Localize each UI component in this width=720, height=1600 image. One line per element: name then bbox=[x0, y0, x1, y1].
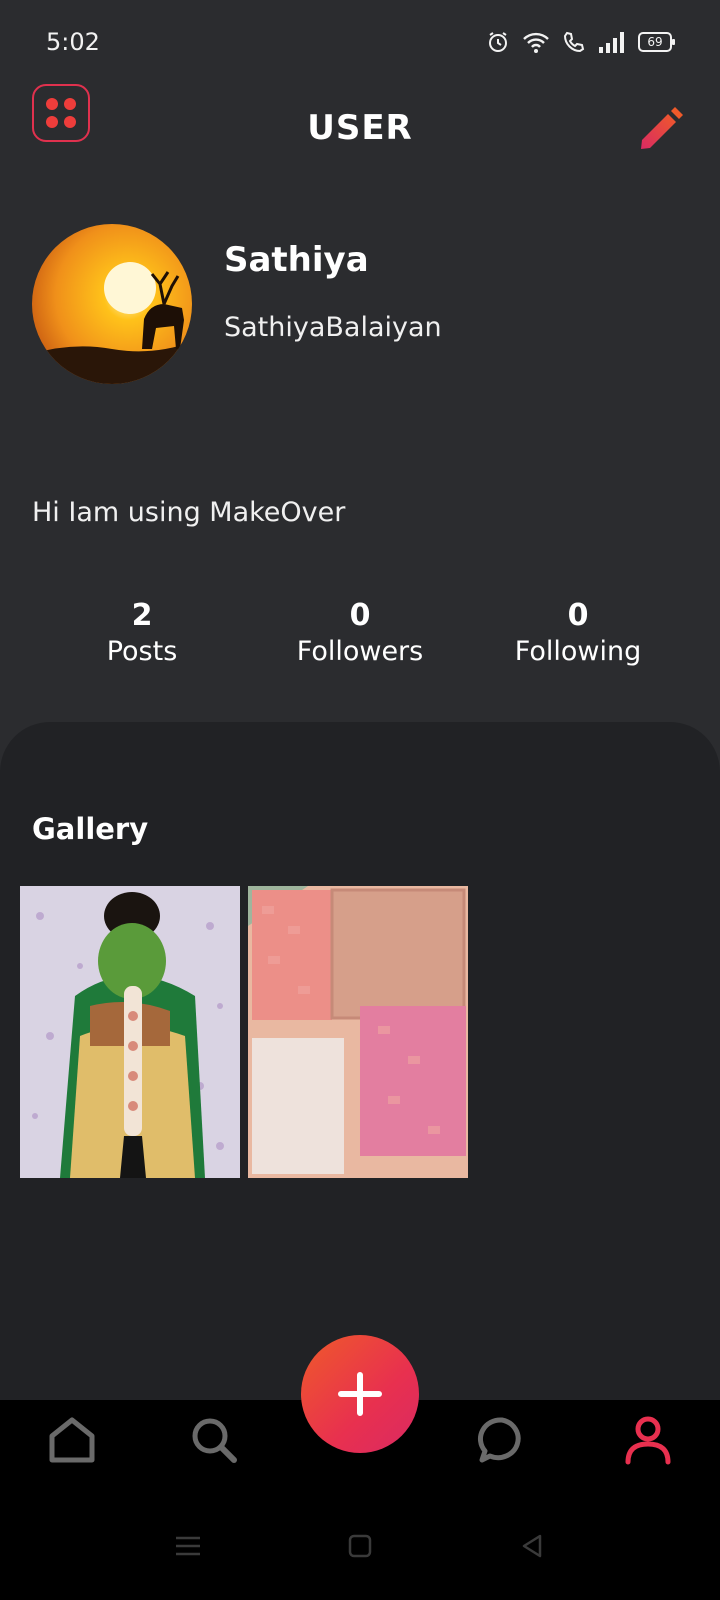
nav-home[interactable] bbox=[44, 1412, 100, 1468]
bridal-hair-photo bbox=[20, 886, 240, 1178]
wifi-call-icon bbox=[563, 31, 585, 53]
followers-count: 0 bbox=[349, 598, 371, 633]
nav-chat[interactable] bbox=[474, 1412, 530, 1468]
add-post-button[interactable] bbox=[301, 1335, 419, 1453]
stat-following[interactable]: 0 Following bbox=[478, 598, 678, 670]
system-nav-bar bbox=[0, 1510, 720, 1600]
followers-label: Followers bbox=[296, 636, 424, 667]
chat-icon bbox=[477, 1417, 521, 1463]
wifi-icon bbox=[523, 32, 549, 53]
search-icon bbox=[192, 1418, 237, 1463]
add-icon bbox=[338, 1372, 382, 1416]
pencil-icon bbox=[641, 107, 683, 149]
posts-count: 2 bbox=[131, 598, 153, 633]
gallery-item-blush-palette[interactable] bbox=[248, 886, 468, 1178]
home-square-icon[interactable] bbox=[346, 1532, 374, 1560]
page-title: USER bbox=[307, 108, 413, 148]
status-time: 5:02 bbox=[46, 28, 100, 56]
signal-icon bbox=[599, 32, 624, 53]
posts-label: Posts bbox=[106, 636, 178, 667]
following-count: 0 bbox=[567, 598, 589, 633]
menu-lines-icon[interactable] bbox=[174, 1532, 202, 1560]
status-icons: 69 bbox=[486, 30, 675, 54]
following-label: Following bbox=[514, 636, 642, 667]
gallery-item-bridal-hair[interactable] bbox=[20, 886, 240, 1178]
battery-icon: 69 bbox=[638, 32, 675, 52]
nav-search[interactable] bbox=[186, 1412, 242, 1468]
stat-followers[interactable]: 0 Followers bbox=[260, 598, 460, 670]
alarm-icon bbox=[489, 32, 507, 52]
profile-username: SathiyaBalaiyan bbox=[224, 312, 442, 343]
back-triangle-icon[interactable] bbox=[518, 1532, 546, 1560]
profile-name: Sathiya bbox=[224, 240, 369, 280]
home-icon bbox=[49, 1417, 95, 1463]
profile-bio: Hi Iam using MakeOver bbox=[32, 497, 346, 528]
avatar[interactable] bbox=[32, 224, 192, 384]
gallery-title: Gallery bbox=[32, 812, 149, 846]
profile-icon bbox=[625, 1416, 671, 1465]
stat-posts[interactable]: 2 Posts bbox=[42, 598, 242, 670]
edit-profile-button[interactable] bbox=[636, 104, 684, 152]
blush-palette-photo bbox=[248, 886, 468, 1178]
nav-profile[interactable] bbox=[620, 1412, 676, 1468]
